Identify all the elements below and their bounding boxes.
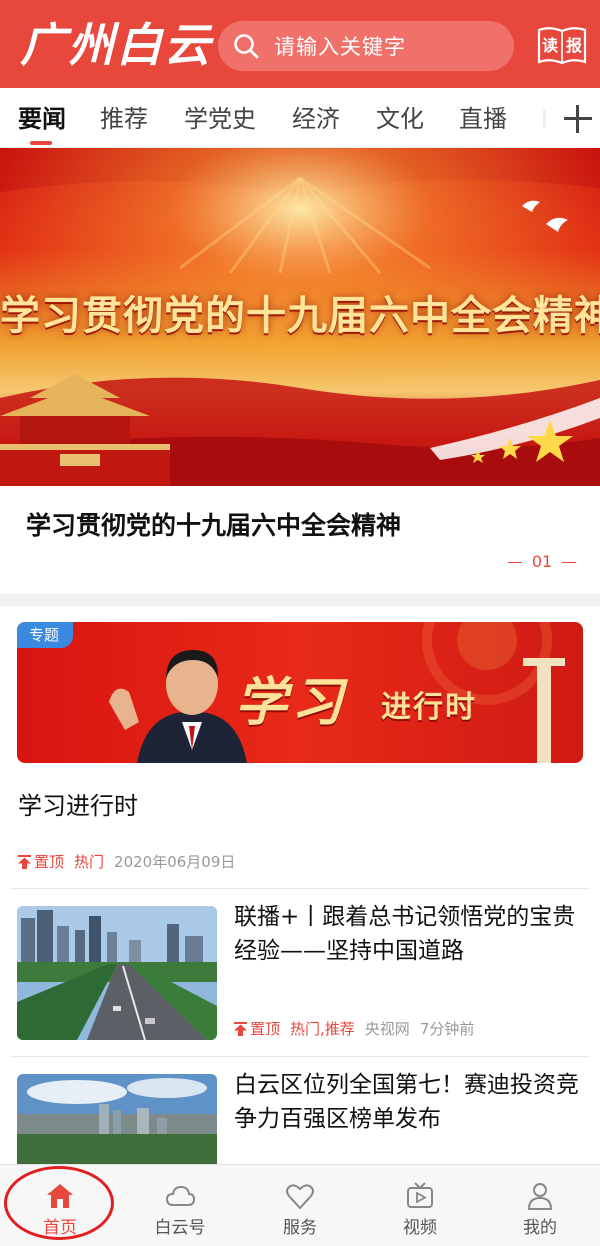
special-meta: 置顶 热门 2020年06月09日	[18, 851, 245, 872]
tab-jingji[interactable]: 经济	[292, 88, 340, 148]
divider	[10, 888, 590, 889]
tab-wenhua[interactable]: 文化	[376, 88, 424, 148]
read-newspaper-button[interactable]: 读 报	[536, 24, 588, 68]
pinned-badge: 置顶	[234, 1018, 280, 1039]
special-title[interactable]: 学习进行时	[18, 786, 138, 821]
news-thumbnail[interactable]	[17, 1074, 217, 1164]
channel-tabs: 要闻 推荐 学党史 经济 文化 直播 E	[0, 88, 600, 148]
home-icon	[47, 1184, 73, 1208]
nav-mine-label: 我的	[523, 1218, 557, 1238]
news-title[interactable]: 联播+丨跟着总书记领悟党的宝贵经验——坚持中国道路	[234, 900, 584, 968]
add-channel-icon[interactable]	[556, 88, 600, 148]
section-gap	[0, 594, 600, 606]
video-icon	[407, 1182, 433, 1208]
pinned-label: 置顶	[250, 1020, 281, 1038]
tab-yaowen[interactable]: 要闻	[18, 88, 66, 148]
hot-label: 热门	[74, 853, 105, 871]
special-image-title: 学习	[235, 672, 348, 733]
nav-video[interactable]: 视频	[370, 1165, 470, 1246]
nav-baiyunhao[interactable]: 白云号	[130, 1165, 230, 1246]
search-placeholder: 请输入关键字	[274, 35, 406, 59]
news-meta: 置顶 热门,推荐 央视网 7分钟前	[234, 1018, 484, 1039]
special-tag: 专题	[17, 622, 74, 648]
newspaper-label: 报	[565, 36, 582, 55]
search-icon	[234, 34, 259, 59]
search-bar[interactable]: 请输入关键字	[218, 21, 514, 71]
divider	[10, 1056, 590, 1057]
news-source: 央视网	[364, 1020, 410, 1038]
read-label: 读	[541, 36, 558, 55]
heart-icon	[286, 1184, 314, 1210]
special-image-subtitle: 进行时	[381, 690, 477, 725]
city-skyline-image	[17, 1074, 217, 1164]
active-tab-indicator	[30, 141, 52, 145]
hero-banner[interactable]: 学习贯彻党的十九届六中全会精神	[0, 148, 600, 486]
pin-icon	[234, 1021, 247, 1036]
user-icon	[527, 1183, 553, 1210]
publish-date: 2020年06月09日	[114, 853, 236, 871]
tab-tuijian[interactable]: 推荐	[100, 88, 148, 148]
pin-icon	[18, 854, 31, 869]
carousel-pager: 01	[508, 552, 576, 574]
banner-headline[interactable]: 学习贯彻党的十九届六中全会精神	[26, 506, 586, 542]
news-tags: 热门,推荐	[290, 1020, 355, 1038]
tab-xuedangshi[interactable]: 学党史	[184, 88, 256, 148]
nav-home[interactable]: 首页	[10, 1165, 110, 1246]
pinned-badge: 置顶	[18, 851, 64, 872]
cloud-icon	[165, 1185, 195, 1206]
news-thumbnail[interactable]	[17, 906, 217, 1040]
nav-service[interactable]: 服务	[250, 1165, 350, 1246]
bottom-navigation: 首页 白云号 服务 视频 我的	[0, 1164, 600, 1246]
app-header: 广州白云 请输入关键字 读 报	[0, 0, 600, 88]
news-time: 7分钟前	[419, 1020, 475, 1038]
nav-home-label: 首页	[43, 1218, 77, 1238]
banner-image-text: 学习贯彻党的十九届六中全会精神	[0, 293, 600, 339]
nav-service-label: 服务	[283, 1218, 317, 1238]
app-logo[interactable]: 广州白云	[20, 14, 210, 76]
tab-zhibo[interactable]: 直播	[459, 88, 507, 148]
nav-baiyunhao-label: 白云号	[154, 1218, 206, 1238]
pinned-label: 置顶	[34, 853, 65, 871]
nav-mine[interactable]: 我的	[490, 1165, 590, 1246]
tabs-fade	[522, 88, 558, 148]
news-title[interactable]: 白云区位列全国第七！赛迪投资竞争力百强区榜单发布	[234, 1068, 584, 1136]
pager-number: 01	[531, 552, 553, 571]
tiananmen-illustration	[0, 374, 170, 486]
nav-video-label: 视频	[403, 1218, 437, 1238]
special-topic-image[interactable]: 专题 学习 进行时	[17, 622, 583, 763]
city-road-image	[17, 906, 217, 1040]
